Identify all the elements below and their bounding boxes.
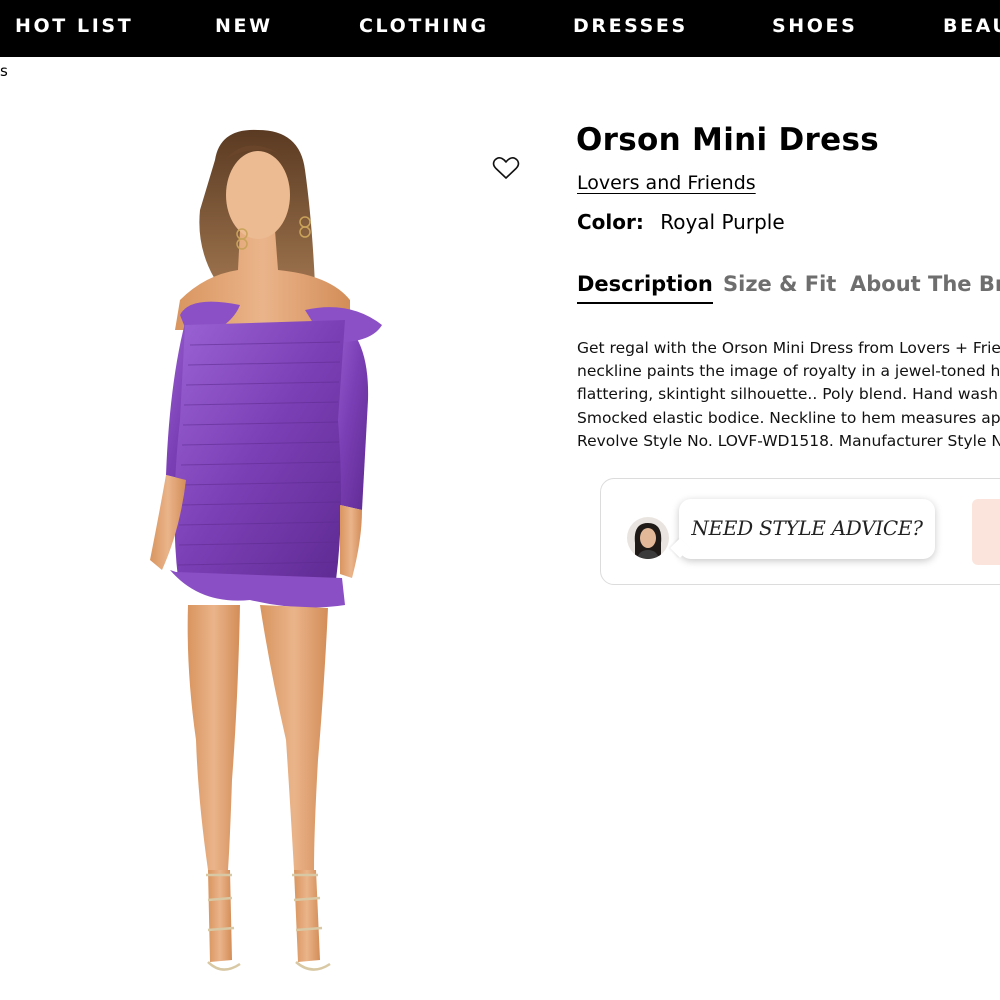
color-label: Color: [577,210,644,234]
product-title: Orson Mini Dress [576,122,879,158]
chat-action-button[interactable] [972,499,1000,565]
top-nav: HOT LIST NEW CLOTHING DRESSES SHOES BEAU… [0,0,1000,57]
nav-hot-list[interactable]: HOT LIST [15,15,133,37]
style-advice-label: NEED STYLE ADVICE? [691,516,923,540]
description-line: flattering, skintight silhouette.. Poly … [577,385,1000,404]
description-line: Get regal with the Orson Mini Dress from… [577,339,1000,357]
wishlist-button[interactable] [492,155,520,181]
speech-bubble-tail [670,538,690,558]
description-line: neckline paints the image of royalty in … [577,362,1000,381]
nav-shoes[interactable]: SHOES [772,15,857,37]
color-row: Color: Royal Purple [577,210,785,234]
stylist-avatar [627,517,669,559]
style-advice-button[interactable]: NEED STYLE ADVICE? [670,499,935,559]
tab-about-the-brand[interactable]: About The Brand [850,272,1000,296]
style-advice-widget: NEED STYLE ADVICE? [600,478,1000,585]
product-description: Get regal with the Orson Mini Dress from… [577,337,1000,457]
nav-clothing[interactable]: CLOTHING [359,15,489,37]
heart-outline-icon [492,157,520,179]
nav-dresses[interactable]: DRESSES [573,15,688,37]
brand-link[interactable]: Lovers and Friends [577,172,756,194]
model-illustration [150,129,382,971]
tab-description[interactable]: Description [577,272,713,304]
description-line: Revolve Style No. LOVF-WD1518. Manufactu… [577,431,1000,450]
breadcrumb-fragment[interactable]: s [0,62,8,80]
nav-beauty[interactable]: BEAUTY [943,15,1000,37]
description-line: Smocked elastic bodice. Neckline to hem … [577,408,1000,427]
product-image[interactable] [100,100,540,990]
nav-new[interactable]: NEW [215,15,273,37]
color-value: Royal Purple [660,210,785,234]
tab-size-fit[interactable]: Size & Fit [723,272,836,296]
